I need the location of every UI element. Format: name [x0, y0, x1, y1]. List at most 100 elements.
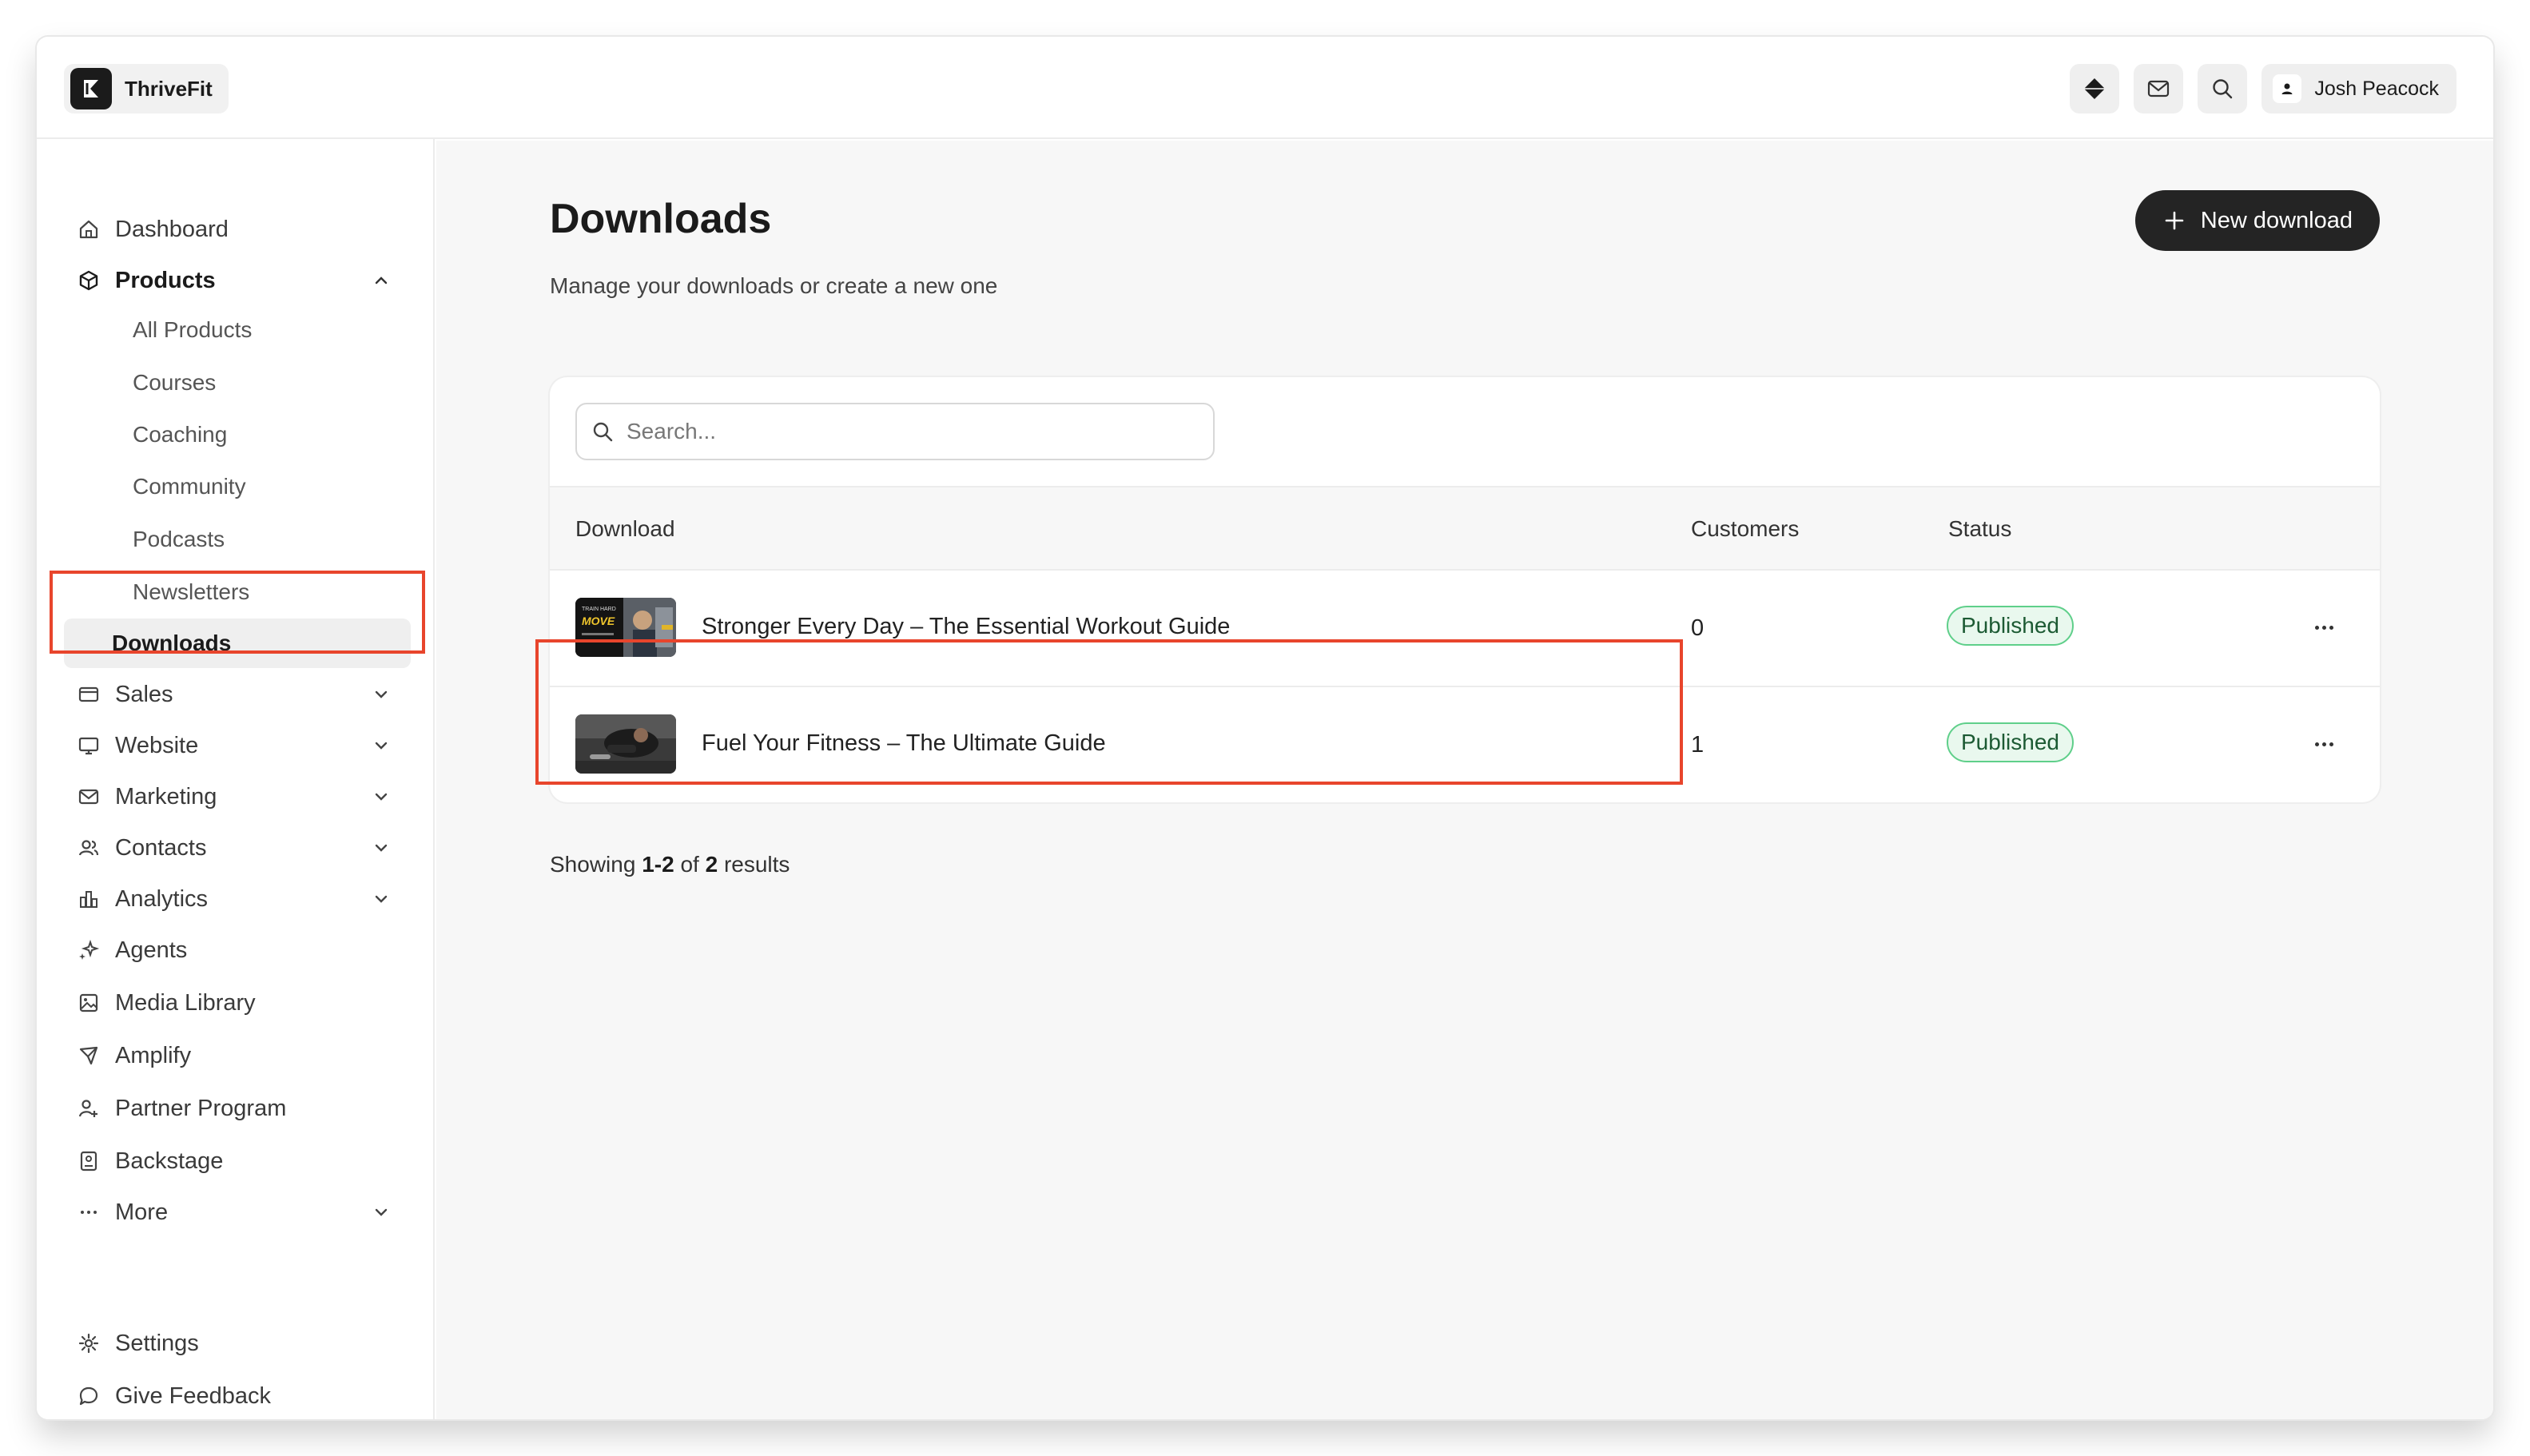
results-of: of	[680, 852, 699, 877]
sidebar-subitem-podcasts[interactable]: Podcasts	[83, 515, 432, 564]
chevron-down-icon	[369, 887, 393, 911]
sparkles-icon	[77, 938, 101, 962]
sidebar-subitem-newsletters[interactable]: Newsletters	[83, 567, 432, 617]
user-menu-button[interactable]: Josh Peacock	[2261, 64, 2456, 113]
sidebar-subitem-courses[interactable]: Courses	[83, 358, 432, 408]
ellipsis-icon	[77, 1200, 101, 1224]
sidebar-item-label: Marketing	[115, 783, 217, 810]
results-total: 2	[705, 852, 718, 877]
page-title: Downloads	[550, 196, 772, 242]
thumbnail-text: MOVE	[582, 615, 615, 627]
chevron-down-icon	[369, 836, 393, 860]
sidebar-subitem-community[interactable]: Community	[83, 462, 432, 511]
download-title[interactable]: Fuel Your Fitness – The Ultimate Guide	[702, 730, 1106, 757]
search-button[interactable]	[2198, 64, 2248, 113]
sidebar-item-label: Analytics	[115, 885, 209, 912]
user-name: Josh Peacock	[2314, 77, 2439, 100]
sidebar-item-backstage[interactable]: Backstage	[64, 1138, 411, 1184]
customers-count: 0	[1691, 615, 1705, 641]
row-actions-button[interactable]	[2308, 615, 2340, 639]
sidebar-item-more[interactable]: More	[64, 1189, 411, 1235]
sidebar-item-media-library[interactable]: Media Library	[64, 980, 411, 1026]
sidebar-item-contacts[interactable]: Contacts	[64, 825, 411, 871]
sidebar-item-label: Website	[115, 732, 199, 758]
ellipsis-icon	[2314, 742, 2319, 746]
search-box[interactable]	[575, 403, 1215, 460]
user-icon	[2281, 83, 2293, 94]
download-thumbnail	[575, 714, 676, 774]
image-icon	[77, 991, 101, 1015]
sidebar-item-label: More	[115, 1199, 169, 1225]
users-icon	[77, 836, 101, 860]
download-thumbnail: TRAIN HARD MOVE	[575, 598, 676, 657]
sidebar-item-label: Sales	[115, 681, 173, 707]
search-icon	[2213, 79, 2233, 99]
sidebar-item-analytics[interactable]: Analytics	[64, 876, 411, 922]
column-header-download: Download	[575, 516, 675, 541]
top-header: ThriveFit Josh Peacock	[37, 37, 2493, 139]
table-row[interactable]: TRAIN HARD MOVE Stronger Every Day – The…	[550, 571, 2380, 687]
inbox-button[interactable]	[2134, 64, 2184, 113]
page-subtitle: Manage your downloads or create a new on…	[550, 273, 998, 298]
badge-icon	[77, 1149, 101, 1173]
bar-chart-icon	[77, 887, 101, 911]
sidebar-item-give-feedback[interactable]: Give Feedback	[64, 1373, 411, 1419]
results-prefix: Showing	[550, 852, 636, 877]
sidebar: Dashboard Products All Products Courses …	[37, 139, 435, 1419]
sidebar-item-marketing[interactable]: Marketing	[64, 774, 411, 820]
sidebar-item-partner-program[interactable]: Partner Program	[64, 1085, 411, 1132]
monitor-icon	[77, 734, 101, 758]
download-title[interactable]: Stronger Every Day – The Essential Worko…	[702, 614, 1230, 640]
sidebar-item-label: Partner Program	[115, 1095, 287, 1121]
sidebar-item-label: Media Library	[115, 989, 256, 1016]
home-icon	[77, 217, 101, 241]
user-plus-icon	[77, 1096, 101, 1120]
sidebar-item-label: Agents	[115, 937, 188, 963]
main-content: Downloads Manage your downloads or creat…	[436, 141, 2493, 1419]
plus-icon	[2165, 211, 2184, 230]
sidebar-subitem-all-products[interactable]: All Products	[83, 305, 432, 355]
gear-icon	[77, 1331, 101, 1355]
sidebar-item-label: Give Feedback	[115, 1382, 272, 1409]
sidebar-item-label: Dashboard	[115, 216, 229, 242]
table-row[interactable]: Fuel Your Fitness – The Ultimate Guide 1…	[550, 687, 2380, 802]
sidebar-subitem-coaching[interactable]: Coaching	[83, 410, 432, 459]
mail-icon	[77, 785, 101, 809]
sidebar-item-label: Settings	[115, 1330, 199, 1356]
customers-count: 1	[1691, 732, 1705, 758]
sidebar-item-sales[interactable]: Sales	[64, 671, 411, 718]
sidebar-item-label: Backstage	[115, 1148, 224, 1174]
sidebar-item-settings[interactable]: Settings	[64, 1320, 411, 1366]
status-badge: Published	[1947, 722, 2074, 762]
downloads-table-card: Download Customers Status TRAIN HARD	[550, 377, 2380, 802]
sidebar-item-dashboard[interactable]: Dashboard	[64, 206, 411, 253]
sidebar-item-website[interactable]: Website	[64, 722, 411, 769]
app-window: ThriveFit Josh Peacock Dashboard Product…	[37, 37, 2493, 1419]
row-actions-button[interactable]	[2308, 732, 2340, 756]
new-download-button[interactable]: New download	[2134, 190, 2380, 251]
chat-bubble-icon	[77, 1384, 101, 1408]
sidebar-item-agents[interactable]: Agents	[64, 927, 411, 973]
status-badge: Published	[1947, 606, 2074, 646]
sidebar-item-amplify[interactable]: Amplify	[64, 1032, 411, 1079]
results-range: 1-2	[642, 852, 674, 877]
results-suffix: results	[723, 852, 790, 877]
diamond-icon	[2084, 78, 2106, 99]
new-download-label: New download	[2200, 207, 2353, 233]
brand-name: ThriveFit	[125, 76, 213, 101]
workspace-switcher[interactable]: ThriveFit	[64, 64, 229, 113]
sidebar-item-products[interactable]: Products	[64, 257, 411, 304]
sidebar-subitem-downloads[interactable]: Downloads	[64, 619, 411, 668]
diamond-button[interactable]	[2070, 64, 2120, 113]
send-icon	[77, 1044, 101, 1068]
header-actions: Josh Peacock	[2070, 64, 2456, 113]
chevron-down-icon	[369, 682, 393, 706]
search-input[interactable]	[627, 419, 1186, 444]
avatar	[2273, 74, 2302, 103]
box-icon	[77, 269, 101, 292]
chevron-down-icon	[369, 1200, 393, 1224]
search-icon	[593, 422, 613, 442]
ellipsis-icon	[2314, 625, 2319, 630]
mail-icon	[2148, 80, 2170, 97]
sidebar-item-label: Products	[115, 267, 216, 293]
